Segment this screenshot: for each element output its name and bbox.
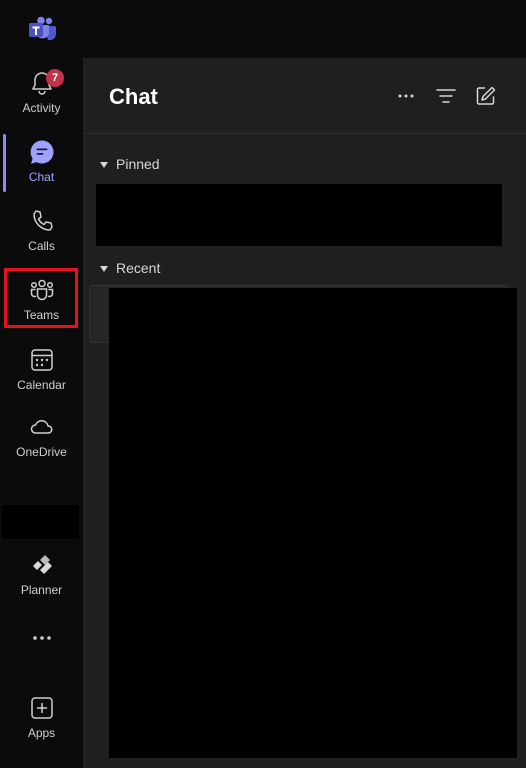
rail-item-label: Calls xyxy=(28,239,55,253)
rail-item-onedrive[interactable]: OneDrive xyxy=(0,404,83,466)
rail-item-label: Planner xyxy=(20,583,63,597)
chat-panel: Chat Pinned Recent xyxy=(83,58,526,768)
planner-icon xyxy=(33,555,52,574)
section-label: Pinned xyxy=(116,156,160,172)
activity-badge: 7 xyxy=(46,69,64,87)
more-options-icon[interactable] xyxy=(395,85,417,107)
caret-down-icon xyxy=(100,266,108,272)
rail-item-label: OneDrive xyxy=(16,445,67,459)
panel-header: Chat xyxy=(83,58,526,134)
microsoft-teams-logo-icon xyxy=(29,16,56,40)
rail-item-label: Calendar xyxy=(17,378,66,392)
rail-item-planner[interactable]: Planner xyxy=(0,542,83,604)
section-label: Recent xyxy=(116,260,161,276)
rail-item-teams[interactable]: Teams xyxy=(0,267,83,329)
new-chat-icon[interactable] xyxy=(475,85,497,107)
rail-item-chat[interactable]: Chat xyxy=(0,129,83,191)
calendar-icon xyxy=(31,349,53,371)
add-square-icon xyxy=(31,697,53,719)
rail-item-label: Teams xyxy=(23,308,60,322)
more-horizontal-icon xyxy=(33,636,51,640)
rail-item-label: Activity xyxy=(22,101,61,115)
rail-item-label: Chat xyxy=(28,170,55,184)
redacted-recent-chats xyxy=(109,288,517,758)
page-title: Chat xyxy=(109,84,158,109)
phone-icon xyxy=(33,210,53,231)
chat-bubble-icon xyxy=(30,140,54,164)
app-rail: 7 Activity Chat Calls Teams Calendar One… xyxy=(0,58,83,768)
caret-down-icon xyxy=(100,162,108,168)
rail-item-apps[interactable]: Apps xyxy=(0,685,83,747)
cloud-icon xyxy=(30,419,53,434)
redacted-rail-item xyxy=(2,505,79,539)
rail-item-activity[interactable]: 7 Activity xyxy=(0,60,83,122)
title-bar xyxy=(0,0,526,58)
redacted-pinned-chats xyxy=(96,184,502,246)
filter-icon[interactable] xyxy=(435,85,457,107)
rail-item-more[interactable] xyxy=(0,618,83,658)
rail-item-label: Apps xyxy=(27,726,56,740)
rail-item-calendar[interactable]: Calendar xyxy=(0,337,83,399)
people-group-icon xyxy=(30,279,54,301)
rail-item-calls[interactable]: Calls xyxy=(0,198,83,260)
